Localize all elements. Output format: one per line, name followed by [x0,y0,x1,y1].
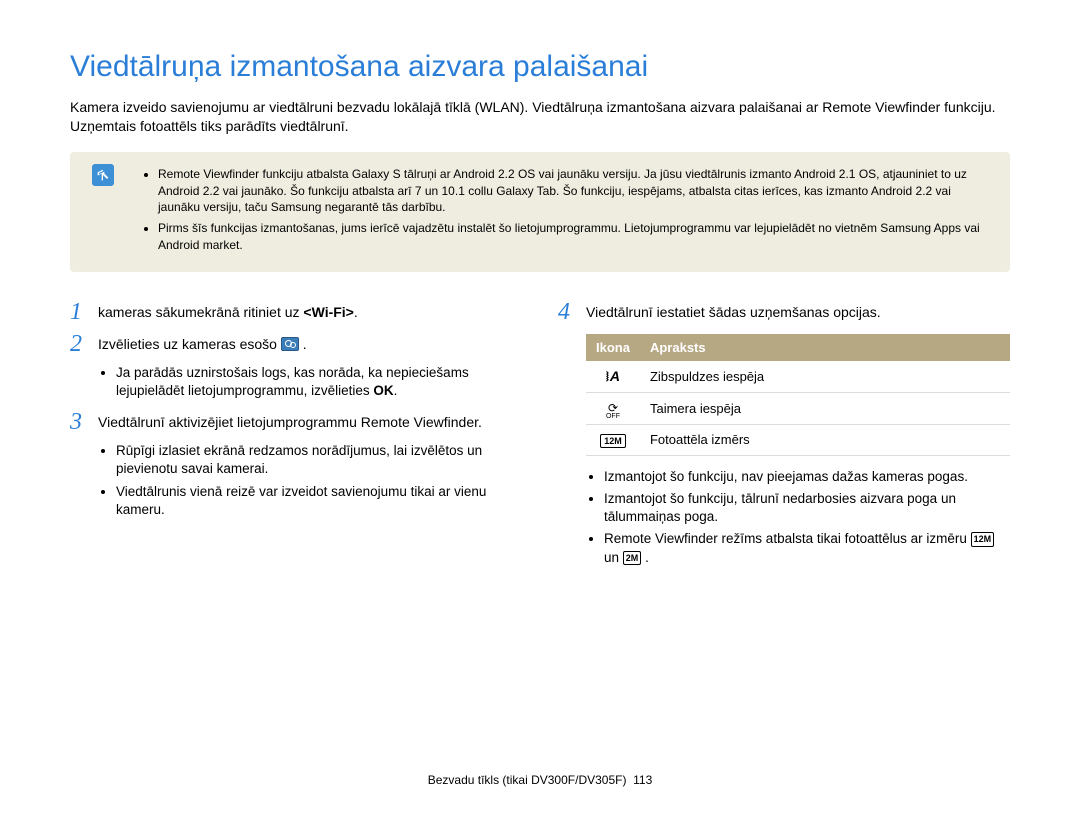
page-title: Viedtālruņa izmantošana aizvara palaišan… [70,50,1010,84]
table-row: A Zibspuldzes iespēja [586,361,1010,392]
table-cell: Fotoattēla izmērs [640,425,1010,456]
step-number: 3 [70,410,98,434]
sub-text: Remote Viewfinder režīms atbalsta tikai … [604,531,971,546]
sub-text: . [394,383,398,398]
intro-text: Kamera izveido savienojumu ar viedtālrun… [70,98,1010,136]
step-3: 3 Viedtālrunī aktivizējiet lietojumprogr… [70,410,522,434]
options-table: Ikona Apraksts A Zibspuldzes iespēja ⟳ T… [586,334,1010,456]
sub-emphasis: OK [373,383,393,398]
note-item: Pirms šīs funkcijas izmantošanas, jums i… [158,220,996,254]
note-item: Remote Viewfinder funkciju atbalsta Gala… [158,166,996,216]
size-12m-icon: 12M [971,532,995,546]
left-column: 1 kameras sākumekrānā ritiniet uz <Wi-Fi… [70,300,522,577]
sub-text: . [645,550,649,565]
timer-icon: ⟳ [596,401,630,418]
table-row: ⟳ Taimera iespēja [586,393,1010,425]
table-header-desc: Apraksts [640,334,1010,362]
page-number: 113 [633,773,652,787]
step-text: . [354,304,358,320]
sub-item: Izmantojot šo funkciju, tālrunī nedarbos… [604,490,1010,526]
flash-icon: A [606,368,620,384]
sub-item: Izmantojot šo funkciju, nav pieejamas da… [604,468,1010,486]
step-text: kameras sākumekrānā ritiniet uz [98,304,303,320]
sub-item: Remote Viewfinder režīms atbalsta tikai … [604,530,1010,566]
step-text: Viedtālrunī iestatiet šādas uzņemšanas o… [586,300,1010,324]
sub-item: Viedtālrunis vienā reizē var izveidot sa… [116,483,522,519]
remote-viewfinder-icon [281,337,299,351]
step-number: 1 [70,300,98,324]
right-column: 4 Viedtālrunī iestatiet šādas uzņemšanas… [558,300,1010,577]
step-4: 4 Viedtālrunī iestatiet šādas uzņemšanas… [558,300,1010,324]
step-1: 1 kameras sākumekrānā ritiniet uz <Wi-Fi… [70,300,522,324]
info-icon [92,164,114,186]
size-2m-icon: 2M [623,551,642,565]
page-footer: Bezvadu tīkls (tikai DV300F/DV305F) 113 [0,773,1080,787]
sub-text: un [604,550,623,565]
step-2: 2 Izvēlieties uz kameras esošo . [70,332,522,356]
note-box: Remote Viewfinder funkciju atbalsta Gala… [70,152,1010,272]
step-text: Viedtālrunī aktivizējiet lietojumprogram… [98,410,522,434]
footer-text: Bezvadu tīkls (tikai DV300F/DV305F) [428,773,627,787]
step-number: 4 [558,300,586,324]
step-number: 2 [70,332,98,356]
table-header-icon: Ikona [586,334,640,362]
table-row: 12M Fotoattēla izmērs [586,425,1010,456]
sub-text: Ja parādās uznirstošais logs, kas norāda… [116,365,469,398]
sub-item: Ja parādās uznirstošais logs, kas norāda… [116,364,522,400]
step-text: . [303,336,307,352]
table-cell: Taimera iespēja [640,393,1010,425]
table-cell: Zibspuldzes iespēja [640,361,1010,392]
image-size-icon: 12M [600,434,626,448]
step-text: Izvēlieties uz kameras esošo [98,336,281,352]
step-emphasis: <Wi-Fi> [303,304,353,320]
sub-item: Rūpīgi izlasiet ekrānā redzamos norādīju… [116,442,522,478]
